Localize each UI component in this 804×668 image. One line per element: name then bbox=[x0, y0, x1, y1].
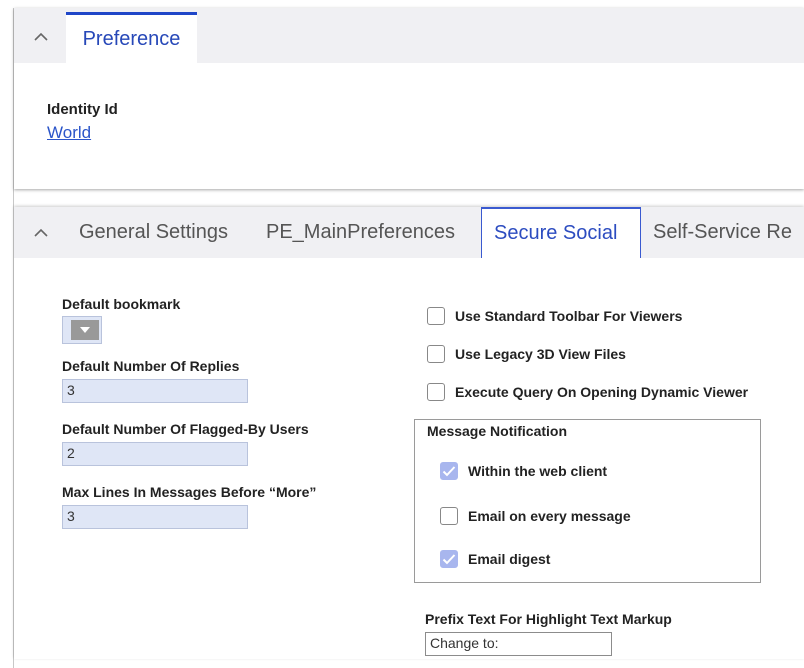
settings-tab-bar: General Settings PE_MainPreferences Secu… bbox=[14, 207, 804, 258]
execute-query-label: Execute Query On Opening Dynamic Viewer bbox=[455, 384, 749, 400]
use-standard-toolbar-option[interactable]: Use Standard Toolbar For Viewers bbox=[427, 307, 682, 325]
tab-preference[interactable]: Preference bbox=[66, 12, 197, 63]
max-lines-label: Max Lines In Messages Before “More” bbox=[62, 484, 317, 500]
default-replies-input[interactable]: 3 bbox=[62, 379, 248, 403]
chevron-down-icon[interactable] bbox=[71, 320, 99, 340]
tab-pe-mainpreferences[interactable]: PE_MainPreferences bbox=[266, 207, 455, 258]
default-bookmark-label: Default bookmark bbox=[62, 296, 181, 312]
execute-query-option[interactable]: Execute Query On Opening Dynamic Viewer bbox=[427, 383, 748, 401]
default-flagged-input[interactable]: 2 bbox=[62, 442, 248, 466]
prefix-text-input[interactable]: Change to: bbox=[425, 632, 612, 656]
email-every-message-label: Email on every message bbox=[468, 508, 631, 524]
email-digest-checkbox[interactable] bbox=[440, 550, 458, 568]
use-legacy-3d-option[interactable]: Use Legacy 3D View Files bbox=[427, 345, 626, 363]
use-legacy-3d-checkbox[interactable] bbox=[427, 345, 445, 363]
identity-id-label: Identity Id bbox=[47, 101, 118, 118]
use-standard-toolbar-label: Use Standard Toolbar For Viewers bbox=[455, 308, 683, 324]
max-lines-input[interactable]: 3 bbox=[62, 505, 248, 529]
within-web-client-label: Within the web client bbox=[468, 463, 608, 479]
use-standard-toolbar-checkbox[interactable] bbox=[427, 307, 445, 325]
within-web-client-option[interactable]: Within the web client bbox=[440, 462, 607, 480]
email-digest-label: Email digest bbox=[468, 551, 551, 567]
checkmark-icon bbox=[442, 466, 456, 477]
execute-query-checkbox[interactable] bbox=[427, 383, 445, 401]
message-notification-title: Message Notification bbox=[427, 423, 568, 439]
email-digest-option[interactable]: Email digest bbox=[440, 550, 550, 568]
email-every-message-option[interactable]: Email on every message bbox=[440, 507, 631, 525]
tab-general-settings[interactable]: General Settings bbox=[79, 207, 228, 258]
collapse-chevron-up-icon[interactable] bbox=[31, 26, 51, 46]
checkmark-icon bbox=[442, 554, 456, 565]
within-web-client-checkbox[interactable] bbox=[440, 462, 458, 480]
default-bookmark-dropdown[interactable] bbox=[62, 316, 102, 344]
use-legacy-3d-label: Use Legacy 3D View Files bbox=[455, 346, 626, 362]
identity-id-link[interactable]: World bbox=[47, 123, 91, 143]
tab-secure-social[interactable]: Secure Social bbox=[481, 207, 641, 258]
preference-panel: Preference Identity Id World bbox=[14, 8, 804, 189]
email-every-message-checkbox[interactable] bbox=[440, 507, 458, 525]
default-replies-label: Default Number Of Replies bbox=[62, 358, 240, 374]
collapse-chevron-up-icon[interactable] bbox=[31, 222, 51, 242]
preference-tab-bar: Preference bbox=[14, 8, 804, 63]
tab-self-service[interactable]: Self-Service Re bbox=[653, 207, 792, 258]
settings-panel: General Settings PE_MainPreferences Secu… bbox=[14, 207, 804, 659]
prefix-text-label: Prefix Text For Highlight Text Markup bbox=[425, 611, 672, 627]
default-flagged-label: Default Number Of Flagged-By Users bbox=[62, 421, 309, 437]
